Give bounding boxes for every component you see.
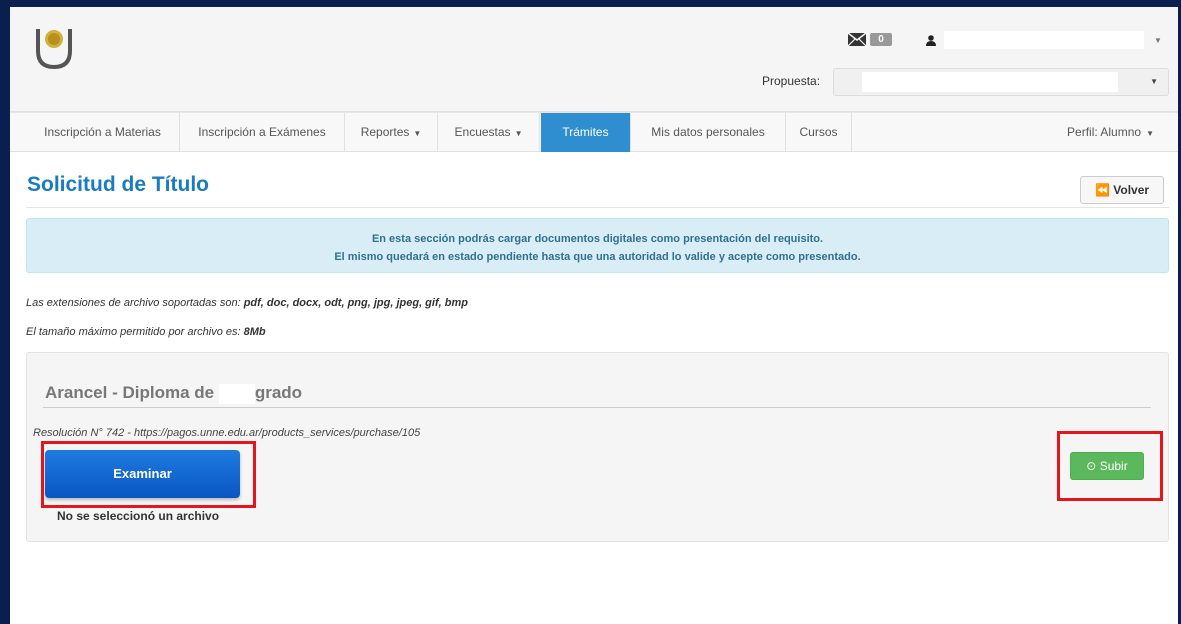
messages[interactable]: 0 [848,33,892,46]
size-value: 8Mb [243,326,266,338]
nav-label: Cursos [799,125,838,139]
info-line: En esta sección podrás cargar documentos… [371,233,824,245]
nav-inscripcion-materias[interactable]: Inscripción a Materias [26,113,180,152]
header: 0 ▼ Propuesta: ▼ [10,7,1178,112]
resolution-text: Resolución N° 742 - https://pagos.unne.e… [33,427,421,439]
main-navbar: Inscripción a Materias Inscripción a Exá… [10,112,1178,152]
chevron-down-icon: ▼ [1146,129,1154,138]
chevron-down-icon: ▼ [514,129,523,138]
user-icon [926,34,936,46]
nav-cursos[interactable]: Cursos [786,113,852,152]
page-title: Solicitud de Título [27,173,209,196]
upload-button-label: Subir [1099,459,1128,473]
rewind-icon: ⏪ [1094,183,1110,197]
upload-icon: ⊙ [1086,459,1097,473]
nav-label: Inscripción a Materias [44,125,161,139]
document-title-part: grado [254,383,303,402]
document-title: Arancel - Diploma de grado [45,383,302,404]
propuesta-select[interactable]: ▼ [833,68,1169,96]
extensions-note: Las extensiones de archivo soportadas so… [26,297,468,309]
nav-label: Inscripción a Exámenes [198,125,326,139]
back-button[interactable]: ⏪ Volver [1080,176,1164,204]
propuesta-value [862,72,1118,92]
university-logo [36,29,72,70]
user-menu[interactable]: ▼ [926,31,1162,49]
back-button-label: Volver [1113,183,1150,197]
nav-inscripcion-examenes[interactable]: Inscripción a Exámenes [180,113,345,152]
chevron-down-icon: ▼ [1154,35,1162,45]
nav-mis-datos[interactable]: Mis datos personales [631,113,786,152]
perfil-menu[interactable]: Perfil: Alumno ▼ [1067,113,1154,152]
chevron-down-icon: ▼ [413,129,422,138]
browse-button[interactable]: Examinar [45,450,240,498]
nav-label: Trámites [562,125,609,139]
nav-reportes[interactable]: Reportes ▼ [345,113,438,152]
info-line: El mismo quedará en estado pendiente has… [334,251,861,263]
size-label: El tamaño máximo permitido por archivo e… [26,326,244,338]
user-name [944,31,1144,49]
divider [26,207,1169,208]
nav-label: Encuestas [454,125,511,139]
envelope-icon [848,33,866,46]
size-note: El tamaño máximo permitido por archivo e… [26,326,266,338]
chevron-down-icon: ▼ [1150,77,1158,86]
nav-encuestas[interactable]: Encuestas ▼ [438,113,540,152]
nav-tramites[interactable]: Trámites [541,113,631,152]
info-alert: En esta sección podrás cargar documentos… [26,218,1169,273]
nav-label: Reportes [360,125,410,139]
nav-label: Mis datos personales [651,125,765,139]
perfil-label: Perfil: Alumno [1067,125,1142,139]
upload-panel: Arancel - Diploma de grado Resolución N°… [26,352,1169,542]
propuesta-label: Propuesta: [762,74,821,88]
extensions-label: Las extensiones de archivo soportadas so… [26,297,244,309]
redacted-text [218,383,255,404]
divider [43,407,1151,408]
extensions-values: pdf, doc, docx, odt, png, jpg, jpeg, gif… [243,297,468,309]
upload-button[interactable]: ⊙ Subir [1070,452,1144,480]
no-file-text: No se seleccionó un archivo [57,509,220,523]
document-title-part: Arancel - Diploma de [45,383,215,402]
mail-count-badge: 0 [870,33,892,46]
